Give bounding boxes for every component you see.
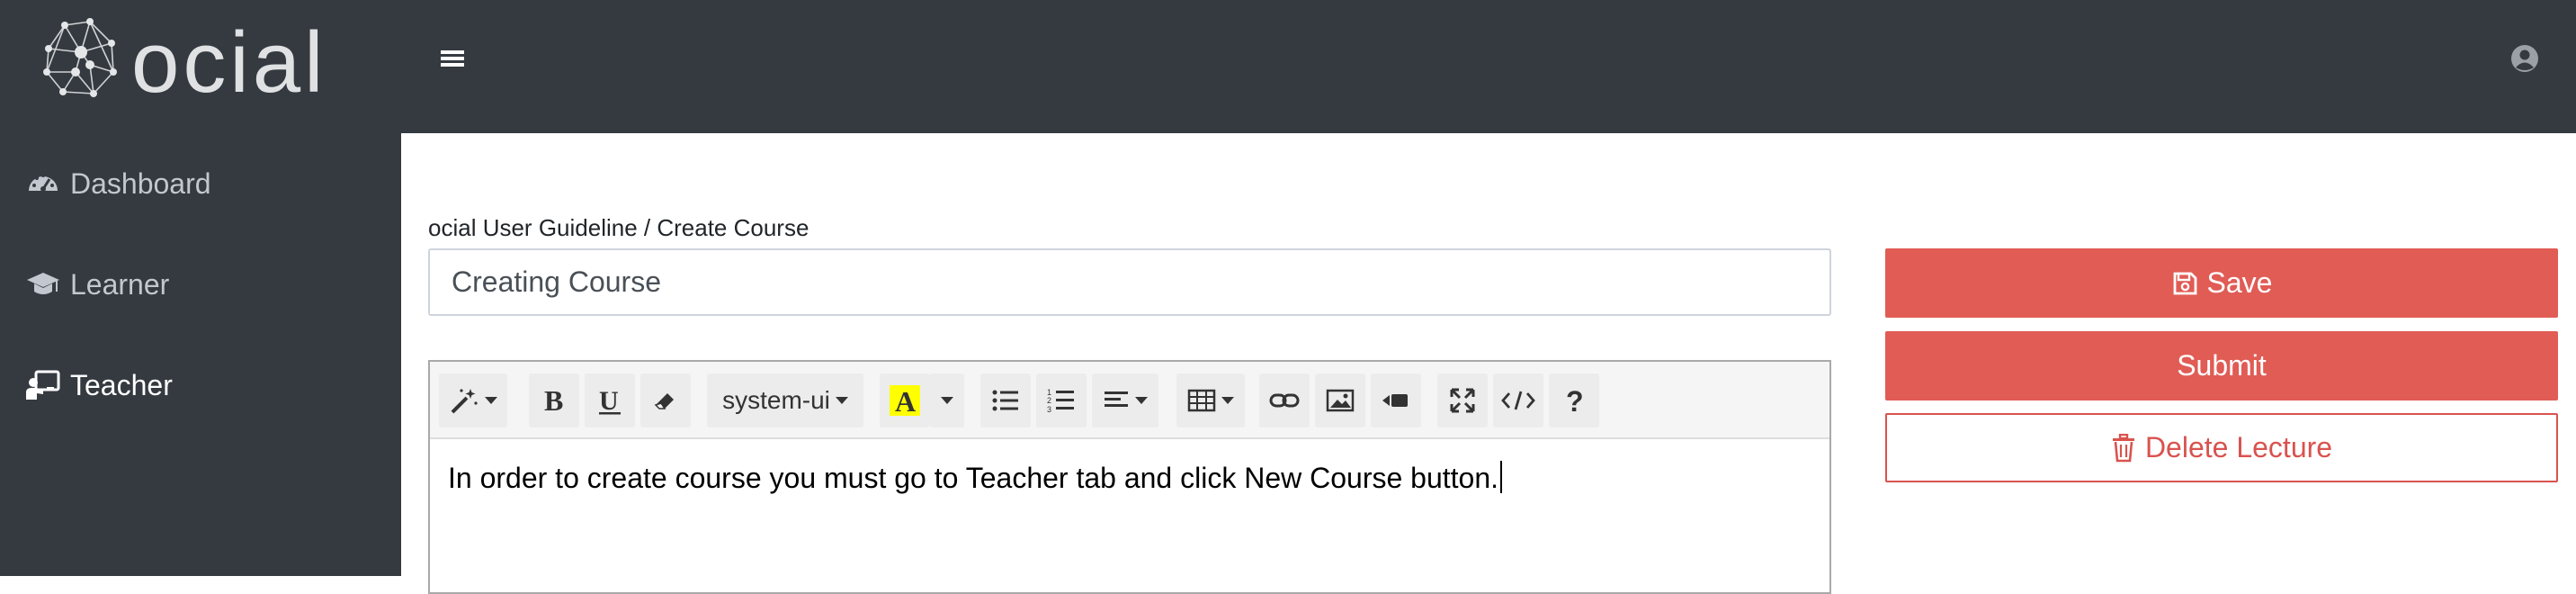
- magic-wand-icon: [451, 389, 478, 414]
- bold-button[interactable]: B: [529, 374, 579, 428]
- insert-link-button[interactable]: [1259, 374, 1310, 428]
- highlight-color-icon: A: [890, 385, 920, 418]
- sidebar-item-dashboard[interactable]: Dashboard: [25, 158, 211, 209]
- svg-text:U: U: [599, 386, 619, 416]
- list-ul-icon: [992, 390, 1018, 411]
- sidebar-item-label: Learner: [70, 267, 170, 301]
- tachometer-icon: [29, 174, 58, 192]
- unordered-list-button[interactable]: [980, 374, 1031, 428]
- align-left-icon: [1105, 392, 1128, 407]
- font-family-dropdown[interactable]: system-ui: [707, 374, 863, 428]
- table-icon: [1187, 389, 1216, 412]
- course-title-input[interactable]: [428, 248, 1831, 316]
- bold-icon: B: [544, 385, 563, 416]
- chevron-down-icon: [1221, 397, 1234, 404]
- rich-text-editor: B U system-ui A 1 2 3 ? In order to crea…: [428, 360, 1831, 594]
- submit-button[interactable]: Submit: [1885, 331, 2558, 400]
- fullscreen-button[interactable]: [1437, 374, 1488, 428]
- list-ol-icon: 1 2 3: [1047, 388, 1074, 414]
- help-button[interactable]: ?: [1549, 374, 1599, 428]
- image-icon: [1326, 389, 1355, 412]
- svg-text:3: 3: [1047, 405, 1051, 414]
- top-navbar: ocial: [0, 0, 2576, 133]
- text-cursor: [1500, 461, 1503, 493]
- editor-content[interactable]: In order to create course you must go to…: [448, 461, 1503, 495]
- network-logo-icon: ocial: [43, 14, 326, 111]
- paragraph-align-button[interactable]: [1092, 374, 1158, 428]
- question-icon: ?: [1566, 386, 1584, 415]
- editor-text: In order to create course you must go to…: [448, 462, 1499, 494]
- sidebar-item-teacher[interactable]: Teacher: [25, 360, 173, 410]
- save-label: Save: [2206, 266, 2273, 299]
- ordered-list-button[interactable]: 1 2 3: [1036, 374, 1087, 428]
- underline-icon: U: [599, 386, 621, 416]
- chevron-down-icon: [941, 397, 953, 404]
- code-view-button[interactable]: [1493, 374, 1543, 428]
- save-icon: [2173, 272, 2196, 294]
- editor-toolbar: B U system-ui A 1 2 3 ?: [430, 362, 1829, 439]
- svg-text:2: 2: [1047, 396, 1051, 405]
- trash-icon: [2112, 433, 2134, 462]
- font-family-label: system-ui: [722, 386, 830, 414]
- chevron-down-icon: [835, 397, 848, 404]
- insert-image-button[interactable]: [1315, 374, 1365, 428]
- chevron-down-icon: [1135, 397, 1148, 404]
- graduation-cap-icon: [27, 273, 59, 294]
- style-magic-button[interactable]: [439, 374, 507, 428]
- submit-label: Submit: [2177, 349, 2267, 382]
- insert-video-button[interactable]: [1371, 374, 1421, 428]
- video-icon: [1382, 394, 1408, 407]
- svg-text:A: A: [895, 385, 916, 418]
- clear-format-button[interactable]: [640, 374, 691, 428]
- save-button[interactable]: Save: [1885, 248, 2558, 318]
- hamburger-icon[interactable]: [439, 45, 466, 72]
- sidebar-item-learner[interactable]: Learner: [25, 259, 169, 310]
- sidebar-item-label: Dashboard: [70, 166, 211, 200]
- delete-lecture-button[interactable]: Delete Lecture: [1885, 413, 2558, 482]
- expand-icon: [1450, 388, 1475, 413]
- code-icon: [1501, 391, 1535, 410]
- text-color-button[interactable]: A: [880, 374, 930, 428]
- user-circle-icon[interactable]: [2509, 43, 2540, 74]
- breadcrumb: ocial User Guideline / Create Course: [428, 214, 809, 241]
- text-color-dropdown[interactable]: [930, 374, 964, 428]
- logo-text: ocial: [131, 16, 326, 101]
- sidebar-item-label: Teacher: [70, 368, 173, 401]
- eraser-icon: [654, 393, 674, 410]
- chevron-down-icon: [485, 397, 497, 404]
- underline-button[interactable]: U: [585, 374, 635, 428]
- table-button[interactable]: [1176, 374, 1245, 428]
- chalkboard-teacher-icon: [26, 370, 60, 400]
- link-icon: [1269, 393, 1300, 408]
- svg-text:?: ?: [1566, 386, 1584, 415]
- svg-text:B: B: [544, 385, 563, 416]
- delete-label: Delete Lecture: [2144, 431, 2333, 464]
- brand-logo[interactable]: ocial: [40, 14, 381, 111]
